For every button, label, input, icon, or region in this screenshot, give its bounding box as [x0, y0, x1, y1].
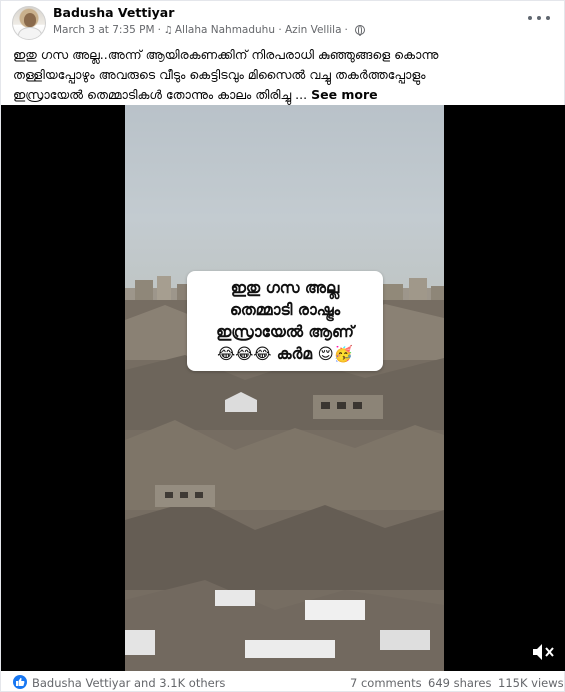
volume-muted-icon[interactable]	[530, 641, 556, 663]
caption-line-text: ഇസ്രായേൽ തെമ്മാടികൾ തോന്നും കാലം തിരിച്ച…	[13, 87, 308, 102]
post-caption: ഇതു ഗസ അല്ല..അന്ന് ആയിരകണക്കിന് നിരപരാധി…	[13, 45, 553, 105]
caption-line: ഇതു ഗസ അല്ല..അന്ന് ആയിരകണക്കിന് നിരപരാധി…	[13, 47, 439, 62]
post-footer: Badusha Vettiyar and 3.1K others 7 comme…	[1, 671, 565, 692]
facebook-post: Badusha Vettiyar March 3 at 7:35 PM · ♫ …	[0, 0, 565, 692]
avatar-face	[24, 13, 36, 27]
overlay-line: തെമ്മാടി രാഷ്ട്രം	[229, 301, 341, 319]
meta-separator: ·	[344, 24, 348, 36]
like-icon[interactable]	[13, 675, 27, 689]
post-audio[interactable]: Allaha Nahmaduhu · Azin Vellila	[175, 24, 342, 36]
meta-separator: ·	[157, 24, 161, 36]
globe-icon	[354, 25, 365, 36]
overlay-line: ഇതു ഗസ അല്ല	[230, 279, 340, 297]
comments-count[interactable]: 7 comments	[350, 676, 422, 690]
caption-line: ഇസ്രായേൽ തെമ്മാടികൾ തോന്നും കാലം തിരിച്ച…	[13, 85, 553, 105]
video-frame	[125, 105, 444, 671]
dot-icon	[528, 16, 532, 20]
post-timestamp[interactable]: March 3 at 7:35 PM	[53, 24, 155, 36]
music-note-icon: ♫	[163, 24, 173, 36]
post-meta: March 3 at 7:35 PM · ♫ Allaha Nahmaduhu …	[53, 24, 365, 36]
author-avatar[interactable]	[12, 6, 46, 40]
see-more-link[interactable]: See more	[311, 87, 378, 102]
dot-icon	[546, 16, 550, 20]
caption-line: തള്ളിയപ്പോഴും അവരുടെ വീടും കെട്ടിടവും മി…	[13, 67, 426, 82]
views-count: 115K views	[498, 676, 564, 690]
overlay-line: 😂😂😂 കർമ 😌🥳	[217, 345, 353, 363]
video-text-overlay: ഇതു ഗസ അല്ല തെമ്മാടി രാഷ്ട്രം ഇസ്രായേൽ ആ…	[187, 271, 383, 371]
video-player[interactable]: ഇതു ഗസ അല്ല തെമ്മാടി രാഷ്ട്രം ഇസ്രായേൽ ആ…	[1, 105, 565, 671]
overlay-line: ഇസ്രായേൽ ആണ്	[216, 323, 354, 341]
more-options-button[interactable]	[528, 10, 550, 26]
reactions-summary[interactable]: Badusha Vettiyar and 3.1K others	[32, 676, 225, 690]
shares-count[interactable]: 649 shares	[428, 676, 491, 690]
dot-icon	[537, 16, 541, 20]
author-name[interactable]: Badusha Vettiyar	[53, 5, 174, 20]
avatar-shirt	[18, 27, 42, 39]
